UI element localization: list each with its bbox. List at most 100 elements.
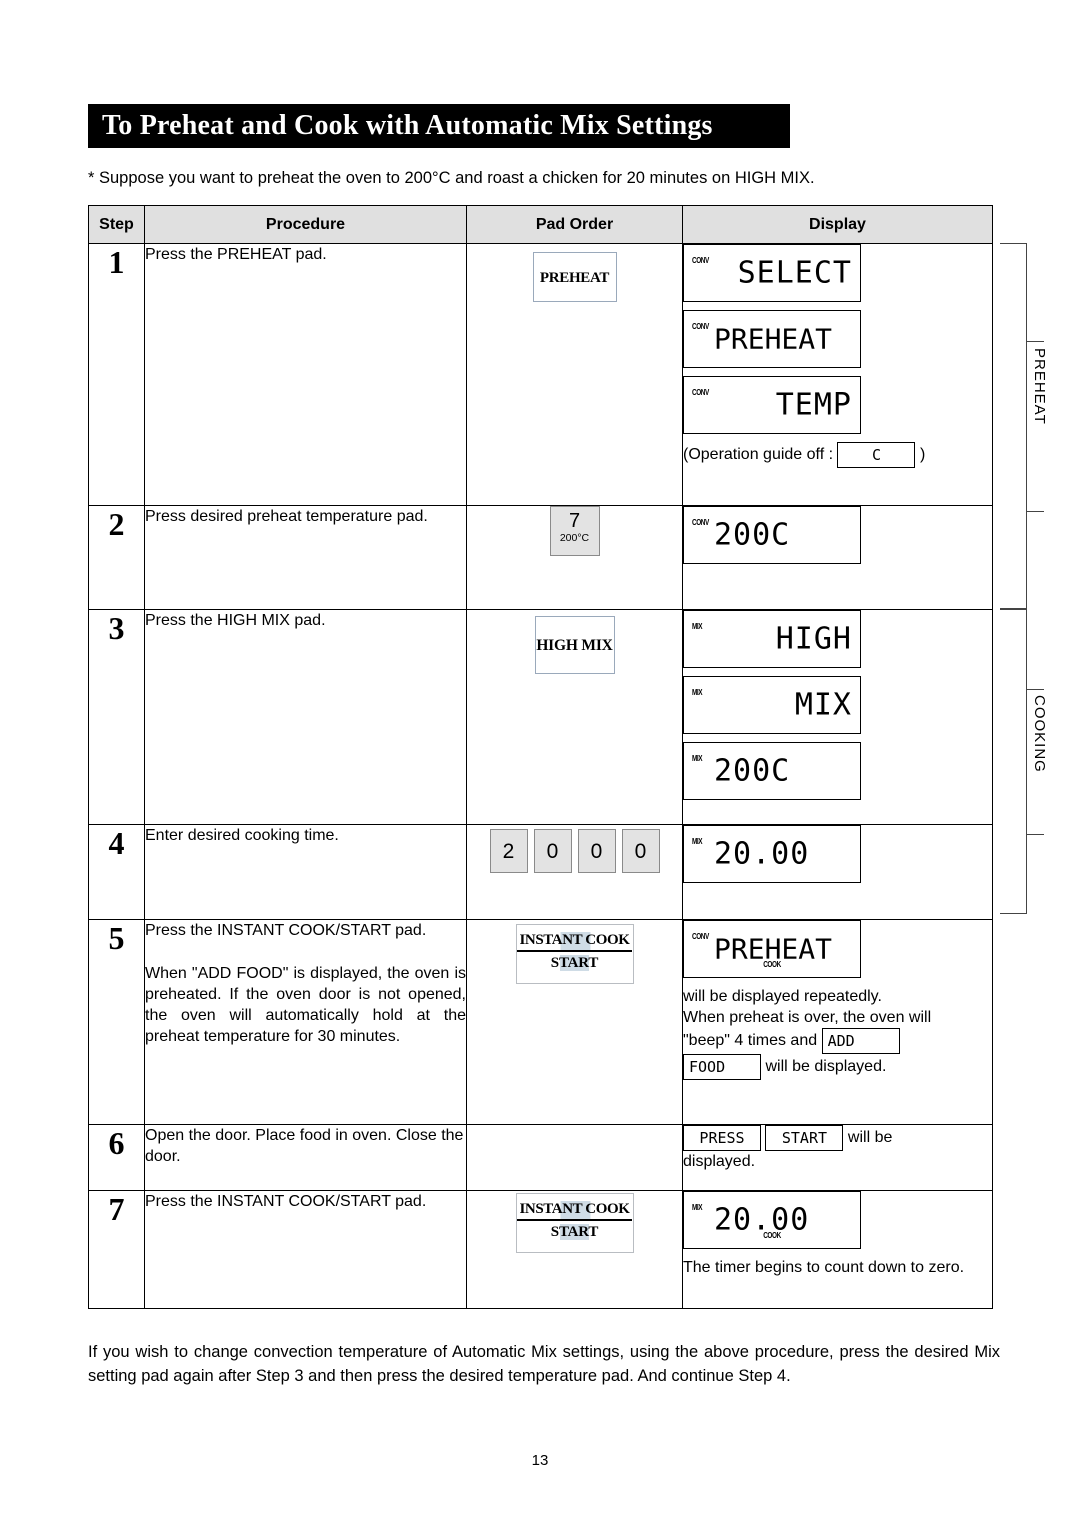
mix-indicator: MIX [692, 1203, 703, 1212]
procedure-cell: Press the PREHEAT pad. [144, 243, 467, 506]
procedure-cell: Press the INSTANT COOK/START pad. [144, 1190, 467, 1309]
lcd-display: CONV COOK PREHEAT [683, 920, 861, 978]
instant-cook-start-pad-button[interactable]: INSTANT COOK START [515, 924, 634, 984]
step-number: 4 [88, 824, 145, 920]
step-number: 6 [88, 1124, 145, 1191]
conv-indicator: CONV [692, 388, 709, 397]
operation-guide-prefix: (Operation guide off : [683, 446, 834, 464]
column-header-pad-order: Pad Order [466, 205, 683, 244]
temperature-pad-button[interactable]: 7 200°C [549, 506, 600, 556]
lcd-display: MIX 20.00 [683, 825, 861, 883]
display-note-line: will be displayed repeatedly. [683, 988, 882, 1005]
lcd-text: 200C [714, 517, 791, 553]
lcd-display: MIX MIX [683, 676, 861, 734]
pad-order-cell: 2000 [466, 824, 683, 920]
display-note-line: FOOD will be displayed. [683, 1054, 992, 1080]
step-number: 7 [88, 1190, 145, 1309]
lcd-text: TEMP [775, 387, 852, 423]
mix-indicator: MIX [692, 837, 703, 846]
display-note-line: displayed. [683, 1153, 756, 1170]
pad-order-cell: HIGH MIX [466, 609, 683, 825]
procedure-text: Press the INSTANT COOK/START pad. [145, 922, 427, 939]
high-mix-pad-button[interactable]: HIGH MIX [534, 616, 615, 674]
column-header-procedure: Procedure [144, 205, 467, 244]
display-note-text: will be displayed. [765, 1058, 887, 1076]
lcd-text: 20.00 [714, 1202, 810, 1238]
table-row: 2 Press desired preheat temperature pad.… [88, 505, 993, 610]
procedure-text-secondary: When "ADD FOOD" is displayed, the oven i… [145, 965, 466, 1045]
lcd-mini-press: PRESS [683, 1125, 761, 1151]
bracket-label: COOKING [1031, 695, 1048, 773]
procedure-cell: Open the door. Place food in oven. Close… [144, 1124, 467, 1191]
display-cell: MIX HIGH MIX MIX MIX 200C [682, 609, 993, 825]
mix-indicator: MIX [692, 622, 703, 631]
lcd-text: PREHEAT [714, 932, 833, 966]
pad-order-cell-empty [466, 1124, 683, 1191]
procedure-text: Enter desired cooking time. [145, 827, 339, 844]
procedure-text: Press desired preheat temperature pad. [145, 508, 428, 525]
lcd-display: MIX HIGH [683, 610, 861, 668]
procedure-cell: Press the INSTANT COOK/START pad. When "… [144, 919, 467, 1125]
pad-order-cell: PREHEAT [466, 243, 683, 506]
table-row: 6 Open the door. Place food in oven. Clo… [88, 1124, 993, 1191]
table-row: 5 Press the INSTANT COOK/START pad. When… [88, 919, 993, 1125]
mix-indicator: MIX [692, 688, 703, 697]
lcd-display: MIX 200C [683, 742, 861, 800]
column-header-display: Display [682, 205, 993, 244]
lcd-display: MIX COOK 20.00 [683, 1191, 861, 1249]
procedure-text: Press the INSTANT COOK/START pad. [145, 1193, 427, 1210]
display-note-line: When preheat is over, the oven will [683, 1009, 932, 1026]
procedure-cell: Enter desired cooking time. [144, 824, 467, 920]
conv-indicator: CONV [692, 256, 709, 265]
display-cell: MIX 20.00 [682, 824, 993, 920]
number-pad-button[interactable]: 0 [621, 829, 660, 873]
number-pad-button[interactable]: 0 [577, 829, 616, 873]
column-header-step: Step [88, 205, 145, 244]
bracket-label: PREHEAT [1031, 348, 1048, 425]
procedure-text: Press the HIGH MIX pad. [145, 612, 326, 629]
operation-guide-suffix: ) [919, 446, 926, 464]
table-row: 4 Enter desired cooking time. 2000 MIX 2… [88, 824, 993, 920]
lcd-text: 20.00 [714, 836, 810, 872]
pad-order-cell: 7 200°C [466, 505, 683, 610]
pad-order-cell: INSTANT COOK START [466, 1190, 683, 1309]
lcd-mini-add: ADD [821, 1028, 900, 1054]
number-pad-button[interactable]: 0 [533, 829, 572, 873]
manual-page: To Preheat and Cook with Automatic Mix S… [0, 0, 1080, 1526]
page-title: To Preheat and Cook with Automatic Mix S… [102, 110, 713, 141]
step-number: 3 [88, 609, 145, 825]
lcd-text: MIX [794, 687, 852, 723]
lcd-text: PREHEAT [714, 322, 833, 356]
display-cell: MIX COOK 20.00 The timer begins to count… [682, 1190, 993, 1309]
temperature-pad-number: 7 [568, 510, 581, 532]
display-note-text: will be [847, 1129, 893, 1147]
preheat-pad-button[interactable]: PREHEAT [532, 252, 617, 302]
footer-note: If you wish to change convection tempera… [88, 1343, 1000, 1385]
display-cell: CONV COOK PREHEAT will be displayed repe… [682, 919, 993, 1125]
start-label: START [548, 955, 601, 971]
conv-indicator: CONV [692, 518, 709, 527]
start-label: START [548, 1224, 601, 1240]
display-note-line: "beep" 4 times and ADD [683, 1028, 992, 1054]
display-cell: PRESS START will be displayed. [682, 1124, 993, 1191]
lcd-mini-c: C [837, 442, 916, 468]
number-pad-button[interactable]: 2 [489, 829, 528, 873]
procedure-text: Press the PREHEAT pad. [145, 246, 327, 263]
display-note-line: PRESS START will be [683, 1125, 992, 1151]
table-header-row: Step Procedure Pad Order Display [88, 205, 993, 244]
instant-cook-label: INSTANT COOK [517, 932, 632, 952]
page-number: 13 [531, 1452, 549, 1469]
lcd-display: CONV TEMP [683, 376, 861, 434]
display-cell: CONV 200C [682, 505, 993, 610]
instant-cook-label: INSTANT COOK [517, 1201, 632, 1221]
display-cell: CONV SELECT CONV PREHEAT CONV TEMP (Oper… [682, 243, 993, 506]
display-note-text: "beep" 4 times and [683, 1032, 818, 1050]
procedure-text: Open the door. Place food in oven. Close… [145, 1127, 464, 1165]
lcd-text: 200C [714, 753, 791, 789]
procedure-cell: Press the HIGH MIX pad. [144, 609, 467, 825]
temperature-pad-sublabel: 200°C [559, 532, 590, 544]
instant-cook-start-pad-button[interactable]: INSTANT COOK START [515, 1193, 634, 1253]
intro-text: * Suppose you want to preheat the oven t… [88, 169, 815, 187]
step-number: 2 [88, 505, 145, 610]
lcd-mini-start: START [765, 1125, 844, 1151]
